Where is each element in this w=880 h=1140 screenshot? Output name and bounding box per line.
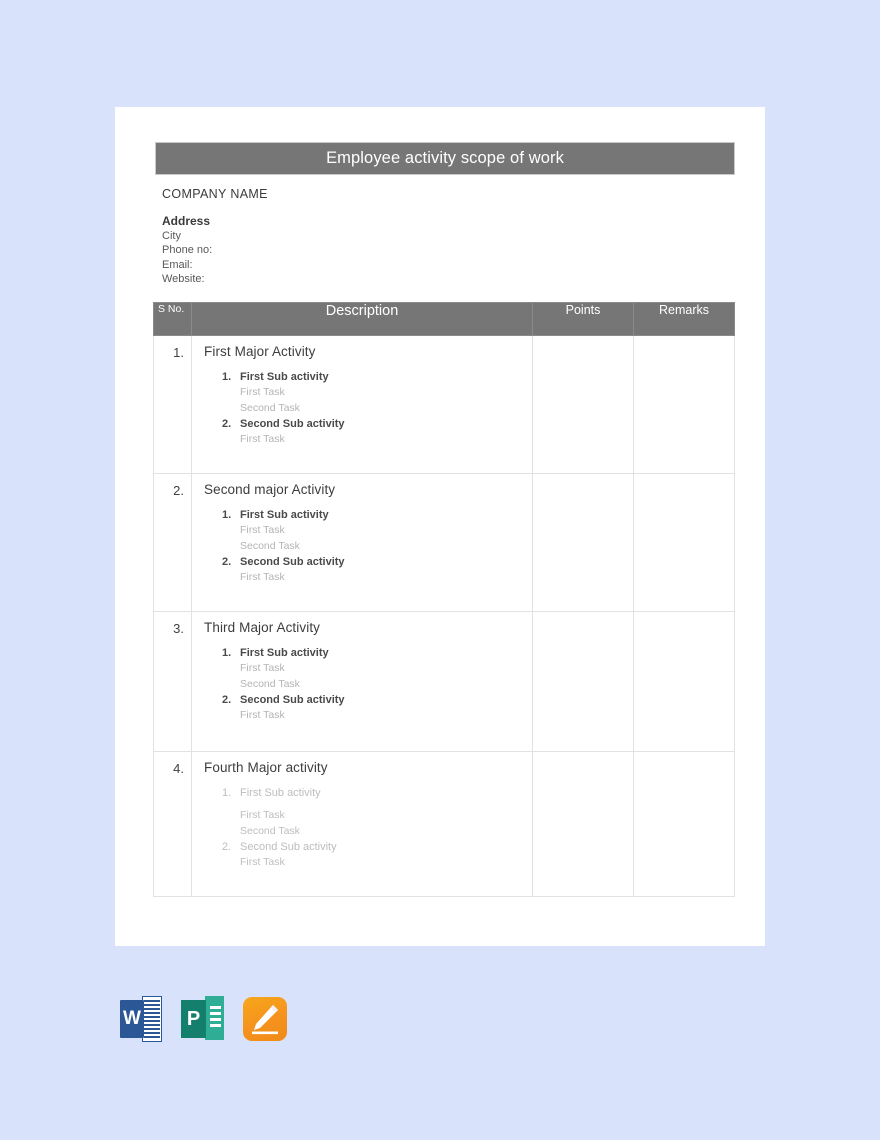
task-line: Second Task: [240, 824, 300, 837]
document-sheet: Employee activity scope of work COMPANY …: [115, 107, 765, 946]
row-description-cell[interactable]: Fourth Major activity 1. First Sub activit…: [191, 751, 533, 897]
task-line: Second Task: [240, 539, 300, 552]
major-activity-title: Third Major Activity: [204, 620, 321, 635]
company-info-block: COMPANY NAME Address City Phone no: Emai…: [162, 187, 462, 287]
sub-activity-label: Second Sub activity: [240, 418, 345, 430]
row-remarks-cell[interactable]: [633, 751, 735, 897]
word-text-lines: [144, 1000, 160, 1038]
row-serial-number: 1.: [153, 335, 192, 474]
company-city: City: [162, 229, 181, 242]
sub-activity-label: First Sub activity: [240, 371, 329, 383]
major-activity-title: Second major Activity: [204, 482, 336, 497]
row-remarks-cell[interactable]: [633, 611, 735, 752]
table-row: 3. Third Major Activity 1. First Sub activi…: [153, 611, 735, 752]
row-remarks-cell[interactable]: [633, 473, 735, 612]
column-header-description: Description: [191, 302, 533, 336]
column-header-sno: S No.: [153, 302, 192, 336]
table-row: 1. First Major Activity 1. First Sub activi…: [153, 335, 735, 474]
sub-activity-number: 1.: [222, 509, 232, 521]
major-activity-title: Fourth Major activity: [204, 760, 328, 775]
page-title: Employee activity scope of work: [326, 149, 564, 167]
row-serial-number: 3.: [153, 611, 192, 752]
sub-activity-label: Second Sub activity: [240, 694, 345, 706]
sub-activity-label: Second Sub activity: [240, 556, 345, 568]
task-line: First Task: [240, 856, 285, 868]
column-header-remarks: Remarks: [633, 302, 735, 336]
sub-activity-item: 1. First Sub activity: [204, 369, 532, 385]
row-description-cell[interactable]: Third Major Activity 1. First Sub activity…: [191, 611, 533, 752]
company-website: Website:: [162, 273, 205, 285]
document-title-banner: Employee activity scope of work: [155, 142, 735, 175]
row-serial-number: 4.: [153, 751, 192, 897]
microsoft-word-icon[interactable]: W: [118, 996, 164, 1042]
task-line: Second Task: [240, 401, 300, 414]
sub-activity-item: 2. Second Sub activity: [204, 554, 532, 570]
task-line: First Task: [240, 433, 285, 445]
sub-activity-item: 2. Second Sub activity: [204, 416, 532, 432]
row-points-cell[interactable]: [532, 751, 634, 897]
row-points-cell[interactable]: [532, 611, 634, 752]
task-line: Second Task: [240, 677, 300, 690]
publisher-text-lines: [210, 1006, 221, 1030]
publisher-letter: P: [186, 1007, 201, 1030]
apple-pages-icon[interactable]: [242, 996, 288, 1042]
sub-activity-number: 2.: [222, 418, 232, 430]
row-points-cell[interactable]: [532, 335, 634, 474]
row-description-cell[interactable]: Second major Activity 1. First Sub activit…: [191, 473, 533, 612]
row-points-cell[interactable]: [532, 473, 634, 612]
sub-activity-number: 2.: [222, 694, 232, 706]
microsoft-publisher-icon[interactable]: P: [180, 996, 226, 1042]
app-format-icons: W P: [118, 996, 288, 1042]
sub-activity-list: 1. First Sub activity First Task Second Tas…: [204, 507, 532, 586]
sub-activity-number: 1.: [222, 371, 232, 383]
sub-activity-item: 1. First Sub activity: [204, 785, 532, 801]
sub-activity-item: 1. First Sub activity: [204, 507, 532, 523]
sub-activity-item: 1. First Sub activity: [204, 645, 532, 661]
table-body: 1. First Major Activity 1. First Sub activi…: [153, 335, 735, 897]
task-line: First Task: [240, 571, 285, 583]
task-line: First Task: [240, 709, 285, 721]
table-row: 2. Second major Activity 1. First Sub activ…: [153, 473, 735, 612]
company-address: Address: [162, 214, 211, 228]
company-name: COMPANY NAME: [162, 187, 268, 201]
sub-activity-label: Second Sub activity: [240, 841, 337, 853]
sub-activity-item: 2. Second Sub activity: [204, 839, 532, 855]
column-header-points: Points: [532, 302, 634, 336]
task-line: First Task: [240, 809, 285, 821]
row-description-cell[interactable]: First Major Activity 1. First Sub activity…: [191, 335, 533, 474]
task-line: First Task: [240, 386, 285, 398]
scope-of-work-table: S No. Description Points Remarks 1. First…: [153, 302, 735, 897]
task-line: First Task: [240, 524, 285, 536]
sub-activity-list: 1. First Sub activity First Task Second Tas…: [204, 369, 532, 448]
task-line: First Task: [240, 662, 285, 674]
row-serial-number: 2.: [153, 473, 192, 612]
sub-activity-item: 2. Second Sub activity: [204, 692, 532, 708]
company-phone: Phone no:: [162, 244, 213, 256]
sub-activity-number: 1.: [222, 787, 232, 799]
sub-activity-label: First Sub activity: [240, 647, 329, 659]
company-email: Email:: [162, 258, 193, 271]
sub-activity-list: 1. First Sub activity First Task Second Tas…: [204, 785, 532, 871]
major-activity-title: First Major Activity: [204, 344, 316, 359]
sub-activity-list: 1. First Sub activity First Task Second Tas…: [204, 645, 532, 724]
sub-activity-number: 1.: [222, 647, 232, 659]
word-letter: W: [123, 1008, 141, 1029]
sub-activity-number: 2.: [222, 556, 232, 568]
sub-activity-label: First Sub activity: [240, 509, 329, 521]
row-remarks-cell[interactable]: [633, 335, 735, 474]
pages-pen-glyph: [252, 1005, 278, 1035]
table-header-row: S No. Description Points Remarks: [153, 302, 735, 336]
sub-activity-label: First Sub activity: [240, 787, 321, 799]
table-row: 4. Fourth Major activity 1. First Sub activ…: [153, 751, 735, 897]
sub-activity-number: 2.: [222, 841, 232, 853]
